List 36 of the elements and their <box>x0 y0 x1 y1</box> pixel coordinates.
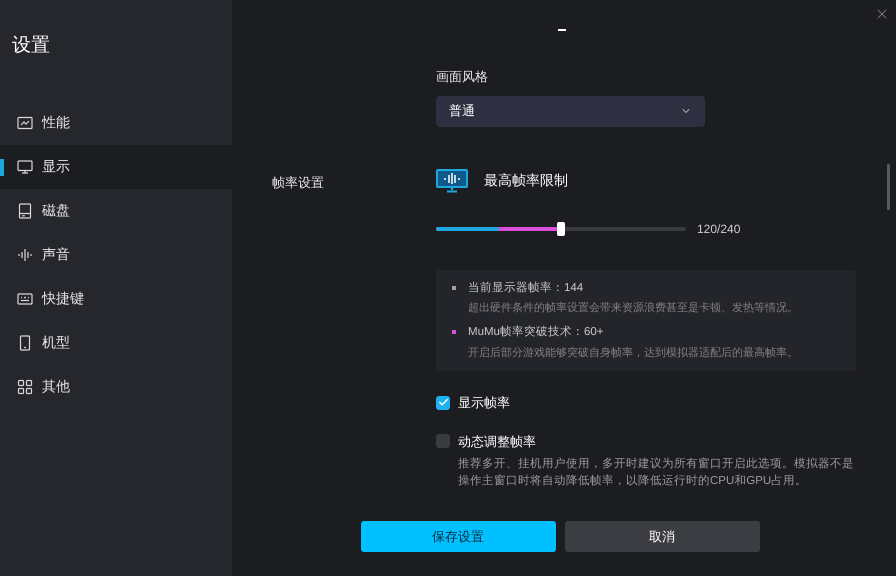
checkbox-label: 显示帧率 <box>458 394 510 412</box>
sidebar-item[interactable]: 显示 <box>0 144 232 188</box>
scrollbar[interactable] <box>887 164 890 210</box>
sidebar-item[interactable]: 性能 <box>0 100 232 144</box>
note-text: 开启后部分游戏能够突破自身帧率，达到模拟器适配后的最高帧率。 <box>468 346 798 360</box>
checkbox[interactable] <box>436 396 450 410</box>
style-dropdown[interactable]: 普通 <box>436 96 705 126</box>
note-title: MuMu帧率突破技术：60+ <box>468 324 604 340</box>
monitor-wave-icon <box>436 168 468 192</box>
keyboard-icon <box>17 290 33 306</box>
checkbox-label: 动态调整帧率 <box>458 432 536 450</box>
checkbox[interactable] <box>436 434 450 448</box>
section-label: 帧率设置 <box>272 174 325 192</box>
sidebar-item[interactable]: 磁盘 <box>0 188 232 232</box>
cancel-button[interactable]: 取消 <box>564 521 760 552</box>
note-text: 超出硬件条件的帧率设置会带来资源浪费甚至是卡顿、发热等情况。 <box>468 300 798 316</box>
sidebar-item[interactable]: 快捷键 <box>0 276 232 320</box>
phone-icon <box>17 334 33 350</box>
sound-icon <box>17 246 33 262</box>
sidebar-item[interactable]: 声音 <box>0 232 232 276</box>
sidebar-item[interactable]: 其他 <box>0 364 232 408</box>
option-description: 推荐多开、挂机用户使用，多开时建议为所有窗口开启此选项。模拟器不是操作主窗口时将自动降低帧率，以降低运行时的CPU和GPU占用。 <box>458 456 854 489</box>
setting-title: 最高帧率限制 <box>484 171 568 190</box>
monitor-icon <box>17 158 33 174</box>
sidebar-item[interactable]: 机型 <box>0 320 232 364</box>
field-label: 画面风格 <box>436 68 488 86</box>
dash-mark <box>558 29 566 31</box>
chart-icon <box>17 114 33 130</box>
grid-icon <box>17 378 33 394</box>
check-icon <box>438 397 448 408</box>
save-button[interactable]: 保存设置 <box>360 521 556 552</box>
slider[interactable] <box>436 222 686 236</box>
note-title: 当前显示器帧率：144 <box>468 280 584 296</box>
slider-thumb[interactable] <box>557 222 565 236</box>
sidebar-title: 设置 <box>12 34 50 58</box>
slider-reading: 120/240 <box>697 220 740 238</box>
